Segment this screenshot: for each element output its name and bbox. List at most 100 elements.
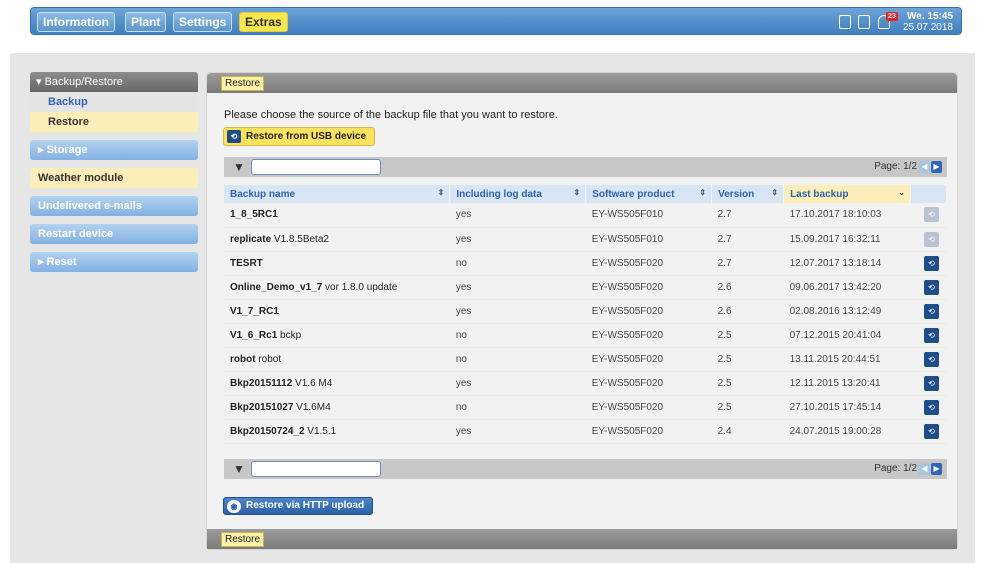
version-cell: 2.5 [711, 323, 784, 348]
table-row[interactable]: Bkp20151112 V1.6 M4 yes EY-WS505F020 2.5 12.… [224, 371, 947, 396]
backup-name: V1_7_RC1 [230, 305, 279, 317]
table-row[interactable]: V1_6_Rc1 bckp no EY-WS505F020 2.5 07.12.2015… [224, 323, 947, 348]
software-product-cell: EY-WS505F020 [585, 323, 712, 348]
log-data-cell: no [449, 251, 586, 276]
backup-name-cell: TESRT [224, 251, 450, 276]
nav-information-button[interactable]: Information [37, 12, 115, 32]
restore-row-icon[interactable]: ⟲ [923, 207, 939, 223]
last-backup-cell: 07.12.2015 20:41:04 [783, 323, 911, 348]
panel-header: Restore [207, 73, 957, 93]
backup-name-cell: Bkp20150724_2 V1.5.1 [224, 419, 450, 444]
column-header-version[interactable]: Version ⇕ [711, 185, 785, 203]
table-row[interactable]: replicate V1.8.5Beta2 yes EY-WS505F010 2.7 1… [224, 227, 947, 252]
sidebar-item-weather-module[interactable]: Weather module [30, 168, 198, 188]
version-cell: 2.5 [711, 347, 784, 372]
software-product-cell: EY-WS505F010 [585, 203, 712, 228]
backup-comment: V1.6 M4 [292, 377, 333, 389]
restore-row-icon[interactable]: ⟲ [923, 327, 939, 343]
version-cell: 2.7 [711, 227, 784, 252]
column-header-action [910, 185, 948, 203]
backup-name-cell: 1_8_5RC1 [224, 203, 450, 228]
column-header-software-product[interactable]: Software product ⇕ [585, 185, 713, 203]
version-cell: 2.7 [711, 251, 784, 276]
column-header-log-data[interactable]: Including log data ⇕ [449, 185, 587, 203]
version-cell: 2.4 [711, 419, 784, 444]
clipboard-icon[interactable] [858, 15, 870, 29]
log-data-cell: no [449, 395, 586, 420]
sort-desc-icon: ⌄ [898, 188, 905, 197]
prev-page-icon[interactable]: ◀ [919, 161, 930, 173]
column-header-last-backup[interactable]: Last backup ⌄ [783, 185, 911, 203]
nav-extras-button[interactable]: Extras [239, 12, 288, 32]
backup-name-cell: replicate V1.8.5Beta2 [224, 227, 450, 252]
table-row[interactable]: Online_Demo_v1_7 vor 1.8.0 update yes EY-W… [224, 275, 947, 300]
sidebar-item-reset[interactable]: ▸ Reset [30, 252, 198, 272]
sort-icon: ⇕ [573, 188, 581, 197]
version-cell: 2.6 [711, 299, 784, 324]
restore-row-icon[interactable]: ⟲ [923, 255, 939, 271]
prev-page-icon[interactable]: ◀ [919, 463, 930, 475]
software-product-cell: EY-WS505F020 [585, 299, 712, 324]
sidebar-item-storage[interactable]: ▸ Storage [30, 140, 198, 160]
sidebar-item-restore[interactable]: Restore [30, 112, 198, 132]
next-page-icon[interactable]: ▶ [931, 161, 942, 173]
table-row[interactable]: 1_8_5RC1 yes EY-WS505F010 2.7 17.10.2017 18:… [224, 203, 947, 228]
usb-restore-icon: ⟲ [227, 130, 241, 143]
backup-name: replicate [230, 233, 272, 245]
log-data-cell: yes [449, 203, 586, 228]
filter-input-bottom[interactable] [251, 461, 381, 477]
restore-row-icon[interactable]: ⟲ [923, 351, 939, 367]
sidebar-item-undelivered-emails[interactable]: Undelivered e-mails [30, 196, 198, 216]
table-row[interactable]: Bkp20150724_2 V1.5.1 yes EY-WS505F020 2.4 24… [224, 419, 947, 444]
backup-comment: V1.5.1 [304, 425, 337, 437]
table-row[interactable]: TESRT no EY-WS505F020 2.7 12.07.2017 13:18:1… [224, 251, 947, 276]
filter-input-top[interactable] [251, 159, 381, 175]
backup-name: Bkp20150724_2 [230, 425, 305, 437]
software-product-cell: EY-WS505F020 [585, 395, 712, 420]
last-backup-cell: 12.07.2017 13:18:14 [783, 251, 911, 276]
log-data-cell: yes [449, 299, 586, 324]
restore-row-icon[interactable]: ⟲ [923, 399, 939, 415]
action-cell: ⟲ [910, 419, 947, 444]
backup-name-cell: V1_6_Rc1 bckp [224, 323, 450, 348]
restore-row-icon[interactable]: ⟲ [923, 231, 939, 247]
sort-icon: ⇕ [437, 188, 445, 197]
column-header-backup-name[interactable]: Backup name ⇕ [224, 185, 451, 203]
next-page-icon[interactable]: ▶ [931, 463, 942, 475]
log-data-cell: yes [449, 275, 586, 300]
sidebar-section-backup-restore[interactable]: ▾ Backup/Restore [30, 72, 198, 92]
software-product-cell: EY-WS505F010 [585, 227, 712, 252]
restore-http-label: Restore via HTTP upload [246, 500, 365, 511]
software-product-cell: EY-WS505F020 [585, 275, 712, 300]
restore-usb-button[interactable]: ⟲ Restore from USB device [223, 127, 376, 146]
table-filter-bar-top: ▼ Page: 1/2 ◀ ▶ [224, 157, 947, 177]
backup-name-cell: V1_7_RC1 [224, 299, 450, 324]
save-icon[interactable] [839, 15, 851, 29]
table-row[interactable]: Bkp20151027 V1.6M4 no EY-WS505F020 2.5 27.10… [224, 395, 947, 420]
table-row[interactable]: V1_7_RC1 yes EY-WS505F020 2.6 02.08.2016 13:… [224, 299, 947, 324]
version-cell: 2.6 [711, 275, 784, 300]
page-indicator-top: Page: 1/2 [874, 161, 917, 172]
action-cell: ⟲ [910, 251, 947, 276]
action-cell: ⟲ [910, 395, 947, 420]
log-data-cell: no [449, 323, 586, 348]
sidebar-item-backup[interactable]: Backup [30, 92, 198, 112]
restore-row-icon[interactable]: ⟲ [923, 303, 939, 319]
backup-comment: vor 1.8.0 update [322, 281, 398, 293]
restore-row-icon[interactable]: ⟲ [923, 375, 939, 391]
nav-plant-button[interactable]: Plant [125, 12, 167, 32]
sidebar-item-restart-device[interactable]: Restart device [30, 224, 198, 244]
restore-http-button[interactable]: ◉ Restore via HTTP upload [223, 497, 374, 515]
intro-text: Please choose the source of the backup f… [224, 109, 558, 121]
page-indicator-bottom: Page: 1/2 [874, 463, 917, 474]
nav-settings-button[interactable]: Settings [173, 12, 233, 32]
table-row[interactable]: robot robot no EY-WS505F020 2.5 13.11.2015 2… [224, 347, 947, 372]
notification-badge: 23 [886, 12, 898, 21]
restore-row-icon[interactable]: ⟲ [923, 423, 939, 439]
last-backup-cell: 02.08.2016 13:12:49 [783, 299, 911, 324]
last-backup-cell: 12.11.2015 13:20:41 [783, 371, 911, 396]
sort-icon: ⇕ [771, 188, 779, 197]
restore-row-icon[interactable]: ⟲ [923, 279, 939, 295]
backup-comment: V1.8.5Beta2 [271, 233, 329, 245]
sidebar: ▾ Backup/Restore Backup Restore ▸ Storag… [30, 72, 198, 272]
